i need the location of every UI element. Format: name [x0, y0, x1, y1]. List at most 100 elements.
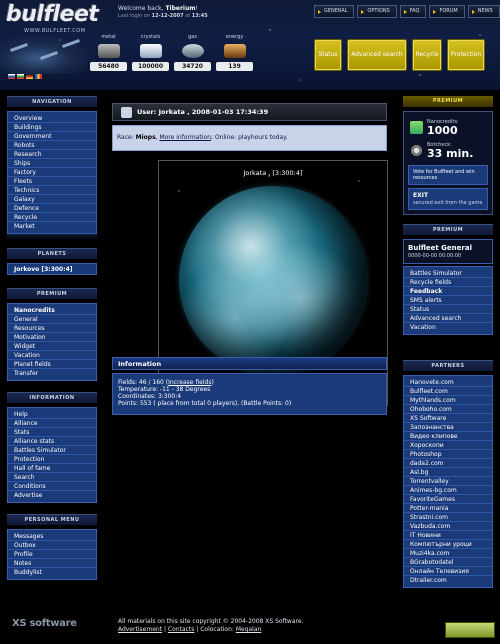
exit-button[interactable]: EXIT secured exit from the game — [408, 188, 488, 210]
general-battles-simulator[interactable]: Battles Simulator — [404, 269, 492, 278]
info-hall-of-fame[interactable]: Hall of fame — [8, 464, 96, 473]
nav-general-button[interactable]: GENERAL — [314, 5, 355, 18]
nav-news-button[interactable]: NEWS — [467, 5, 500, 18]
nav-government[interactable]: Government — [8, 132, 96, 141]
nav-galaxy[interactable]: Galaxy — [8, 195, 96, 204]
personal-outbox[interactable]: Outbox — [8, 541, 96, 550]
logo-url: WWW.BULFLEET.COM — [24, 28, 86, 34]
megalan-link[interactable]: Megalan — [236, 626, 262, 633]
partner-link[interactable]: Torrentvalley — [404, 477, 492, 486]
contacts-link[interactable]: Contacts — [168, 626, 194, 633]
partner-link[interactable]: dada2.com — [404, 459, 492, 468]
partner-link[interactable]: Видео клипове — [404, 432, 492, 441]
general-vacation[interactable]: Vacation — [404, 323, 492, 332]
premium-motivation[interactable]: Motivation — [8, 333, 96, 342]
partner-link[interactable]: Mythlands.com — [404, 396, 492, 405]
nav-forum-button[interactable]: FORUM — [429, 5, 465, 18]
info-search[interactable]: Search — [8, 473, 96, 482]
partner-link[interactable]: Muzi4ka.com — [404, 549, 492, 558]
premium-resources[interactable]: Resources — [8, 324, 96, 333]
user-title: User: Jorkata , 2008-01-03 17:34:39 — [137, 108, 269, 116]
planet-image[interactable] — [179, 186, 367, 374]
nav-robots[interactable]: Robots — [8, 141, 96, 150]
protection-button[interactable]: Protection — [447, 39, 485, 71]
partner-link[interactable]: Хороскопи — [404, 441, 492, 450]
recycle-button[interactable]: Recycle — [412, 39, 442, 71]
advertisement-link[interactable]: Advertisement — [118, 626, 162, 633]
partner-link[interactable]: IT Новини — [404, 531, 492, 540]
info-alliance-stats[interactable]: Alliance stats — [8, 437, 96, 446]
partner-link[interactable]: Photoshop — [404, 450, 492, 459]
nanocredits-value: 1000 — [427, 124, 458, 137]
general-status[interactable]: Status — [404, 305, 492, 314]
increase-fields-link[interactable]: Increase fields — [168, 379, 211, 386]
status-button[interactable]: Status — [314, 39, 342, 71]
advanced-search-button[interactable]: Advanced search — [347, 39, 407, 71]
metal-icon — [90, 41, 127, 61]
nav-buildings[interactable]: Buildings — [8, 123, 96, 132]
partner-link[interactable]: BGrabotodatel — [404, 558, 492, 567]
info-conditions[interactable]: Conditions — [8, 482, 96, 491]
info-advertise[interactable]: Advertise — [8, 491, 96, 500]
personal-messages[interactable]: Messages — [8, 532, 96, 541]
xs-software-logo[interactable]: XS software — [12, 618, 77, 629]
premium-general[interactable]: General — [8, 315, 96, 324]
partner-link[interactable]: XS Software — [404, 414, 492, 423]
partner-link[interactable]: Hanovete.com — [404, 378, 492, 387]
personal-profile[interactable]: Profile — [8, 550, 96, 559]
planet-item[interactable]: Jorkovo [3:300:4] — [7, 263, 97, 275]
premium-planet-fields[interactable]: Planet fields — [8, 360, 96, 369]
info-help[interactable]: Help — [8, 410, 96, 419]
general-sms-alerts[interactable]: SMS alerts — [404, 296, 492, 305]
premium-widget[interactable]: Widget — [8, 342, 96, 351]
general-advanced-search[interactable]: Advanced search — [404, 314, 492, 323]
partner-link[interactable]: Bulfleet.com — [404, 387, 492, 396]
copyright: All materials on this site copyright © 2… — [118, 618, 303, 634]
counter-badge[interactable] — [445, 622, 495, 638]
partner-link[interactable]: FavoriteGames — [404, 495, 492, 504]
info-protection[interactable]: Protection — [8, 455, 96, 464]
partner-link[interactable]: Animes-bg.com — [404, 486, 492, 495]
general-feedback[interactable]: Feedback — [404, 287, 492, 296]
premium-transfer[interactable]: Transfer — [8, 369, 96, 378]
premium-nanocredits[interactable]: Nanocredits — [8, 306, 96, 315]
more-information-link[interactable]: More information — [159, 134, 210, 141]
nav-market[interactable]: Market — [8, 222, 96, 231]
personal-notes[interactable]: Notes — [8, 559, 96, 568]
partner-link[interactable]: Компютърни уроци — [404, 540, 492, 549]
nav-factory[interactable]: Factory — [8, 168, 96, 177]
info-stats[interactable]: Stats — [8, 428, 96, 437]
info-alliance[interactable]: Alliance — [8, 419, 96, 428]
nav-research[interactable]: Research — [8, 150, 96, 159]
flag-icon[interactable] — [26, 74, 33, 79]
partner-link[interactable]: Potter-mania — [404, 504, 492, 513]
nav-recycle[interactable]: Recycle — [8, 213, 96, 222]
vote-link[interactable]: Vote for Bulfleet and win resources — [408, 165, 488, 185]
nav-faq-button[interactable]: FAQ — [399, 5, 427, 18]
flag-icon[interactable] — [35, 74, 42, 79]
partner-link[interactable]: Ohoboho.com — [404, 405, 492, 414]
partner-link[interactable]: Dtrailer.com — [404, 576, 492, 585]
bulfleet-logo[interactable]: bulfleet — [6, 2, 99, 27]
flag-icon[interactable] — [17, 74, 24, 79]
crystal-icon — [132, 41, 169, 61]
partner-link[interactable]: Запознанства — [404, 423, 492, 432]
partner-link[interactable]: Asl.bg — [404, 468, 492, 477]
nav-options-button[interactable]: OPTIONS — [357, 5, 397, 18]
nav-defence[interactable]: Defence — [8, 204, 96, 213]
info-battles-simulator[interactable]: Battles Simulator — [8, 446, 96, 455]
nav-technics[interactable]: Technics — [8, 186, 96, 195]
fields-suffix: ) — [211, 379, 214, 386]
nav-ships[interactable]: Ships — [8, 159, 96, 168]
general-recycle-fields[interactable]: Recycle fields — [404, 278, 492, 287]
premium-vacation[interactable]: Vacation — [8, 351, 96, 360]
nav-fleets[interactable]: Fleets — [8, 177, 96, 186]
information-body: Fields: 46 / 160 (Increase fields) Tempe… — [112, 373, 387, 415]
nav-overview[interactable]: Overview — [8, 114, 96, 123]
partner-link[interactable]: Strastni.com — [404, 513, 492, 522]
flag-icon[interactable] — [8, 74, 15, 79]
partners-menu: Hanovete.com Bulfleet.com Mythlands.com … — [403, 375, 493, 588]
personal-buddylist[interactable]: Buddylist — [8, 568, 96, 577]
partner-link[interactable]: Vazbuda.com — [404, 522, 492, 531]
partner-link[interactable]: Онлайн Телевизия — [404, 567, 492, 576]
